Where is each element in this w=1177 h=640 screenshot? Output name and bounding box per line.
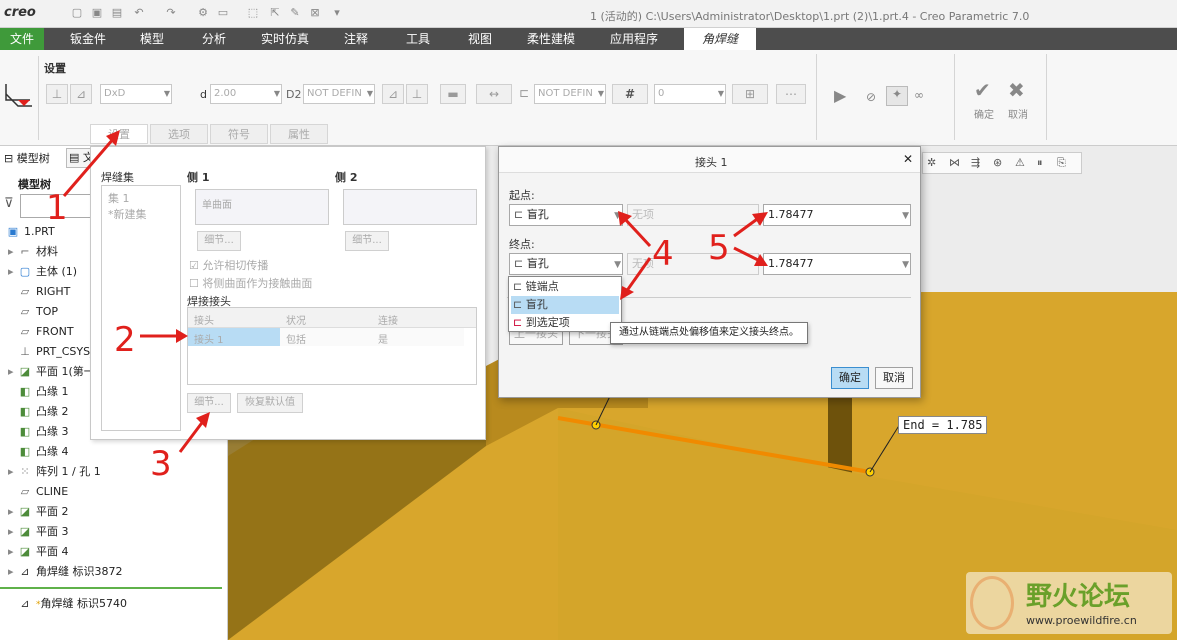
annotation-number: 5 [708, 228, 730, 268]
annotation-number: 4 [652, 234, 674, 274]
annotation-arrows [62, 130, 768, 453]
annotation-number: 1 [46, 188, 68, 228]
annotation-number: 3 [150, 444, 172, 484]
annotation-number: 2 [114, 320, 136, 360]
